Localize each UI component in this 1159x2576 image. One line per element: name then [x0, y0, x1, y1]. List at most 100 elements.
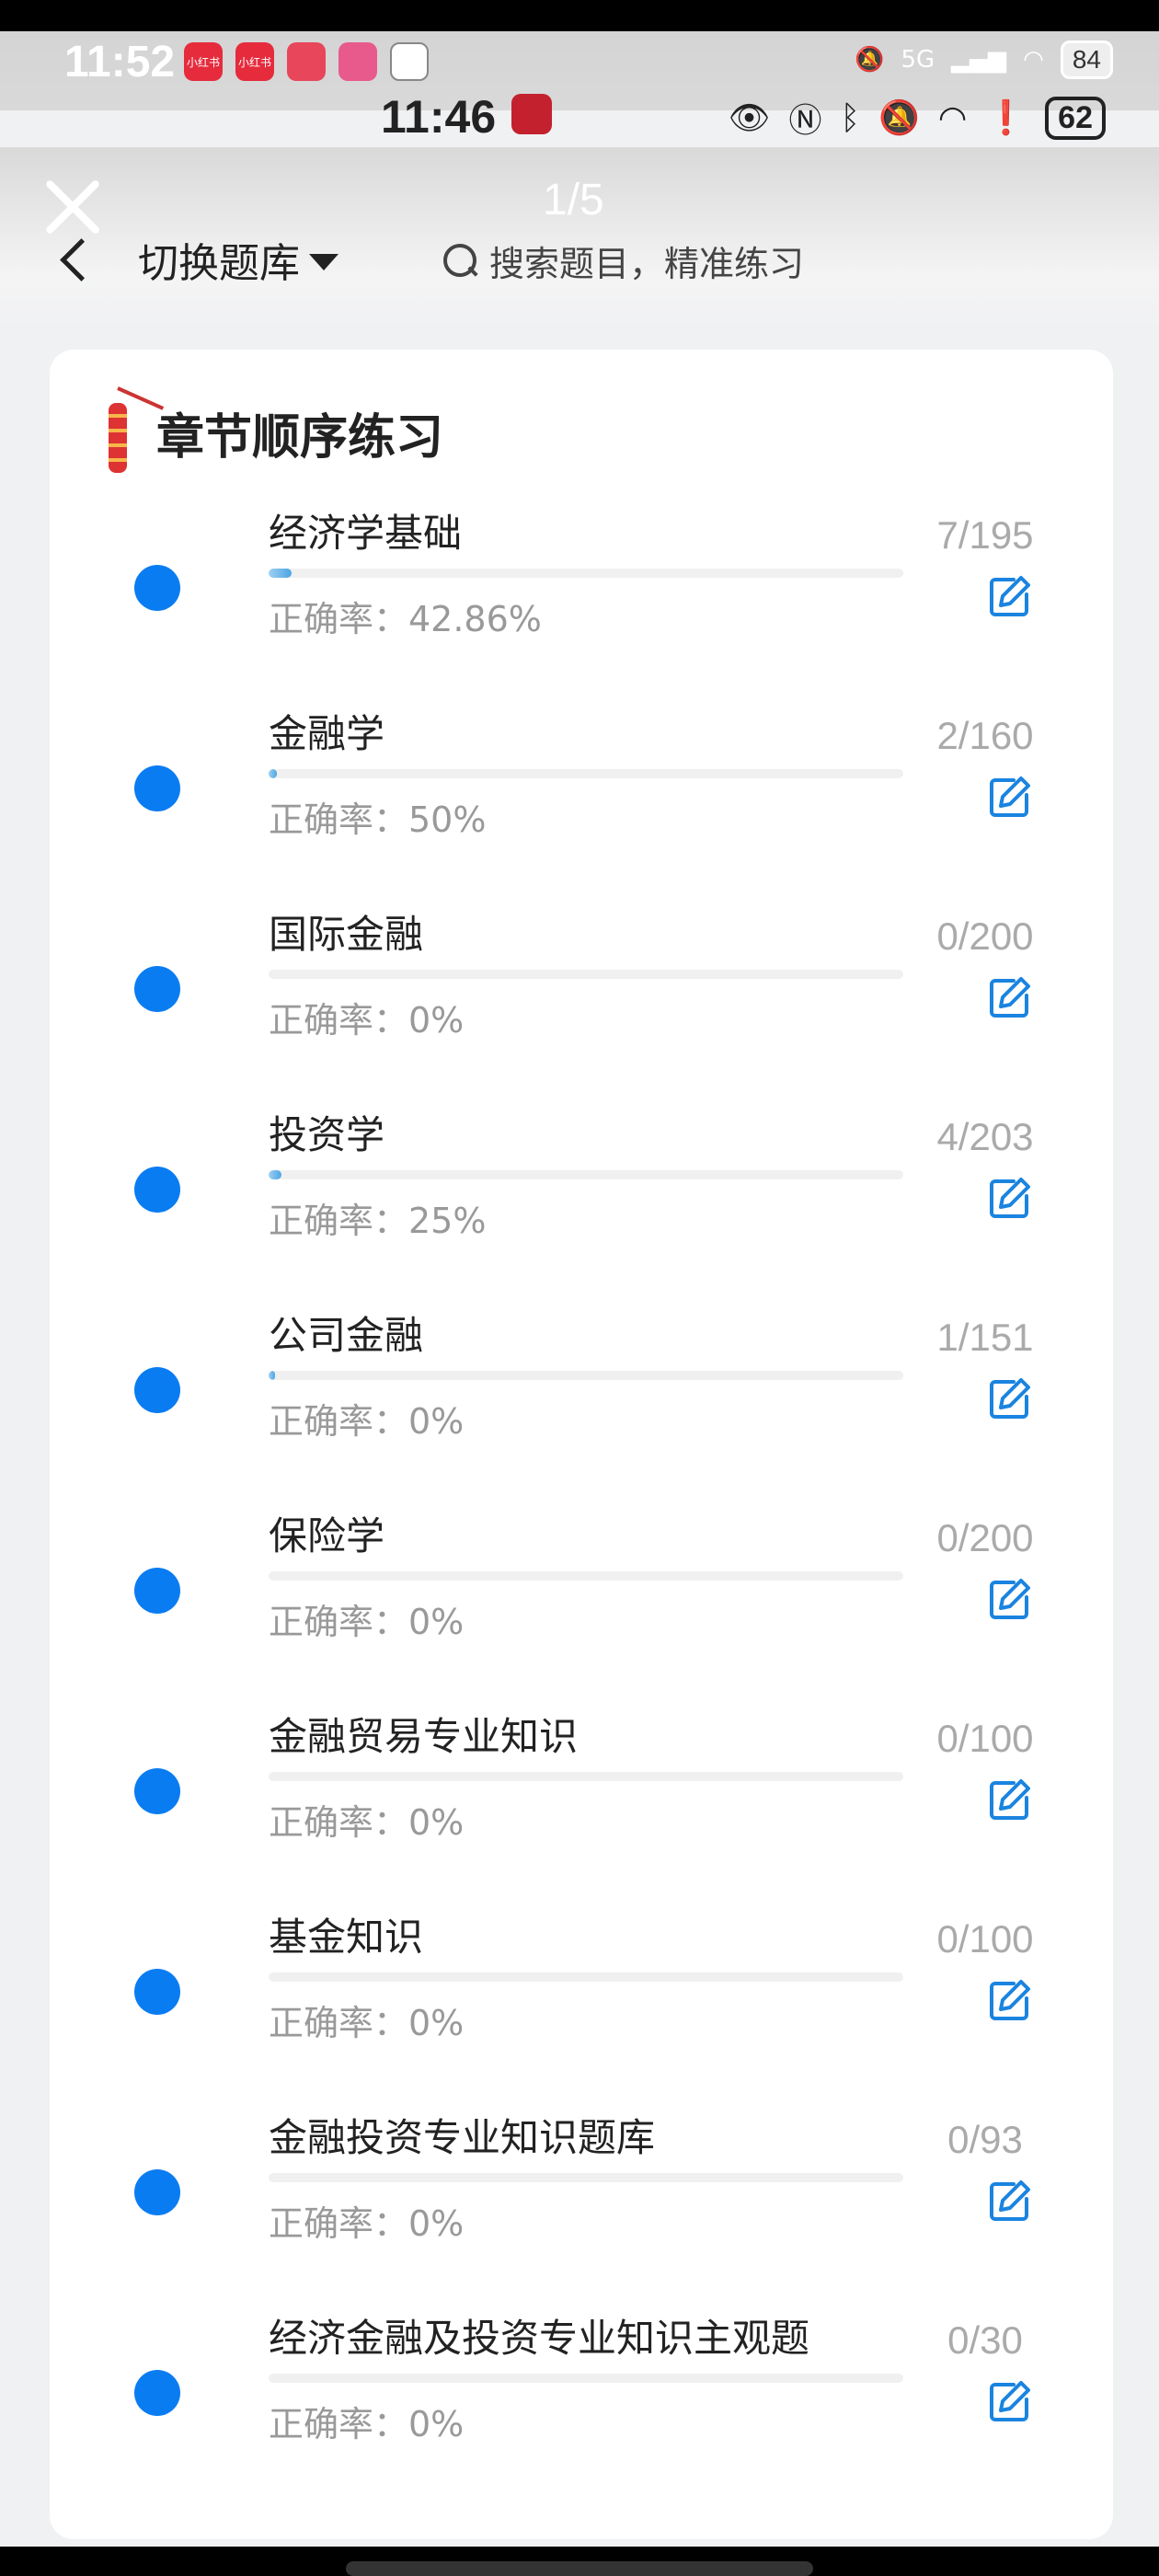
search-input[interactable]: 搜索题目，精准练习	[442, 228, 865, 293]
chapter-progress-bar	[269, 970, 903, 979]
eye-icon: 👁	[728, 99, 771, 137]
chapter-progress-fill	[269, 769, 277, 778]
switch-bank-button[interactable]: 切换题库	[138, 230, 339, 289]
section-title: 章节顺序练习	[156, 409, 444, 466]
chapter-count: 0/93	[947, 2118, 1023, 2161]
section-header: 章节顺序练习	[96, 386, 443, 478]
chapter-status-dot	[134, 2370, 180, 2416]
edit-icon[interactable]	[986, 1176, 1032, 1222]
page-indicator: 1/5	[543, 176, 604, 224]
chapter-accuracy: 正确率：25%	[269, 1201, 487, 1241]
chapter-accuracy: 正确率：42.86%	[269, 599, 542, 639]
chapter-status-dot	[134, 1367, 180, 1413]
chapter-accuracy: 正确率：0%	[269, 2404, 465, 2444]
signal-icon: ▂▄▆	[951, 46, 1007, 74]
chapter-progress-bar	[269, 1772, 903, 1781]
home-indicator[interactable]	[346, 2561, 813, 2576]
search-icon	[442, 242, 478, 279]
chapter-item[interactable]: 经济学基础正确率：42.86% 7/195	[50, 488, 1113, 688]
outer-status-icons: 🔕 5G ▂▄▆ ◠ 84	[855, 40, 1113, 79]
inner-status-icons: 👁 Ⓝ ᛒ 🔕 ◠ ❗ 62	[729, 94, 1106, 142]
network-label: 5G	[901, 46, 935, 74]
chevron-left-icon[interactable]	[55, 232, 92, 287]
inner-status-time: 11:46	[381, 91, 497, 143]
caret-down-icon	[309, 254, 339, 270]
edit-icon[interactable]	[986, 975, 1032, 1021]
app-header: 1/5 切换题库 搜索题目，精准练习	[0, 147, 1159, 331]
chapter-accuracy: 正确率：50%	[269, 799, 487, 840]
mute-icon: 🔕	[855, 46, 885, 74]
chapter-name: 保险学	[269, 1513, 385, 1558]
chapter-name: 金融贸易专业知识	[269, 1714, 579, 1759]
chapter-status-dot	[134, 1167, 180, 1213]
edit-icon[interactable]	[986, 2179, 1032, 2225]
mute-icon: 🔕	[878, 99, 920, 137]
close-icon[interactable]	[40, 175, 105, 239]
chapter-progress-bar	[269, 1170, 903, 1179]
chapter-count: 0/30	[947, 2318, 1023, 2362]
chapter-status-dot	[134, 2169, 180, 2215]
firecracker-icon	[96, 386, 165, 478]
chapter-progress-bar	[269, 569, 903, 578]
chapter-item[interactable]: 金融学正确率：50% 2/160	[50, 688, 1113, 889]
edit-icon[interactable]	[986, 2379, 1032, 2425]
chapter-count: 7/195	[936, 513, 1034, 557]
nfc-icon: Ⓝ	[788, 102, 822, 140]
outer-battery-indicator: 84	[1060, 40, 1113, 79]
chapter-count: 0/200	[936, 914, 1034, 958]
wifi-icon: ◠	[937, 98, 968, 137]
chapter-count: 1/151	[936, 1316, 1034, 1359]
chapter-accuracy: 正确率：0%	[269, 2003, 465, 2043]
chapter-item[interactable]: 金融贸易专业知识 正确率：0% 0/100	[50, 1691, 1113, 1892]
chapter-name: 国际金融	[269, 912, 424, 957]
chapter-status-dot	[134, 1969, 180, 2015]
inner-status-bar: 11:46 👁 Ⓝ ᛒ 🔕 ◠ ❗ 62	[0, 83, 1159, 147]
chapter-status-dot	[134, 565, 180, 611]
search-placeholder: 搜索题目，精准练习	[489, 243, 805, 284]
chapter-count: 0/100	[936, 1917, 1034, 1961]
chapter-count: 4/203	[936, 1115, 1034, 1158]
edit-icon[interactable]	[986, 1777, 1032, 1823]
edit-icon[interactable]	[986, 775, 1032, 821]
chapter-progress-bar	[269, 1972, 903, 1982]
chapter-name: 经济金融及投资专业知识主观题	[269, 2316, 810, 2361]
notification-app-icon: 小红书	[235, 42, 274, 81]
edit-icon[interactable]	[986, 1376, 1032, 1422]
chapter-count: 0/100	[936, 1717, 1034, 1760]
outer-notification-apps: 小红书 小红书	[184, 42, 429, 81]
chapter-count: 2/160	[936, 714, 1034, 757]
chapter-item[interactable]: 经济金融及投资专业知识主观题正确率：0% 0/30	[50, 2293, 1113, 2493]
chapter-progress-bar	[269, 1571, 903, 1581]
outer-status-time: 11:52	[64, 38, 176, 86]
chapter-name: 经济学基础	[269, 511, 463, 556]
notification-app-icon	[339, 42, 377, 81]
switch-bank-label: 切换题库	[138, 240, 300, 287]
chapter-status-dot	[134, 1768, 180, 1814]
chapter-name: 公司金融	[269, 1313, 424, 1358]
chapter-name: 基金知识	[269, 1915, 424, 1960]
notification-app-icon: 小红书	[184, 42, 223, 81]
chapter-name: 金融学	[269, 711, 385, 756]
chapter-accuracy: 正确率：0%	[269, 1401, 465, 1442]
inner-battery-indicator: 62	[1045, 96, 1106, 140]
notification-app-icon	[390, 42, 429, 81]
chapter-item[interactable]: 金融投资专业知识题库 正确率：0% 0/93	[50, 2092, 1113, 2293]
edit-icon[interactable]	[986, 574, 1032, 620]
chapter-practice-card: 章节顺序练习 经济学基础正确率：42.86% 7/195 金融学正确率：50% 2/1…	[50, 350, 1113, 2539]
edit-icon[interactable]	[986, 1577, 1032, 1623]
chapter-accuracy: 正确率：0%	[269, 2203, 465, 2244]
chapter-name: 投资学	[269, 1112, 385, 1157]
chapter-progress-bar	[269, 2173, 903, 2182]
chapter-item[interactable]: 国际金融 正确率：0% 0/200	[50, 889, 1113, 1089]
bluetooth-icon: ᛒ	[840, 98, 861, 137]
chapter-accuracy: 正确率：0%	[269, 1602, 465, 1642]
chapter-status-dot	[134, 765, 180, 811]
chapter-item[interactable]: 公司金融正确率：0% 1/151	[50, 1290, 1113, 1490]
edit-icon[interactable]	[986, 1978, 1032, 2024]
chapter-item[interactable]: 保险学正确率：0% 0/200	[50, 1490, 1113, 1691]
chapter-item[interactable]: 基金知识正确率：0% 0/100	[50, 1892, 1113, 2092]
chapter-progress-fill	[269, 1170, 281, 1179]
chapter-count: 0/200	[936, 1516, 1034, 1559]
chapter-item[interactable]: 投资学正确率：25% 4/203	[50, 1089, 1113, 1290]
alert-icon: ❗	[985, 99, 1027, 137]
